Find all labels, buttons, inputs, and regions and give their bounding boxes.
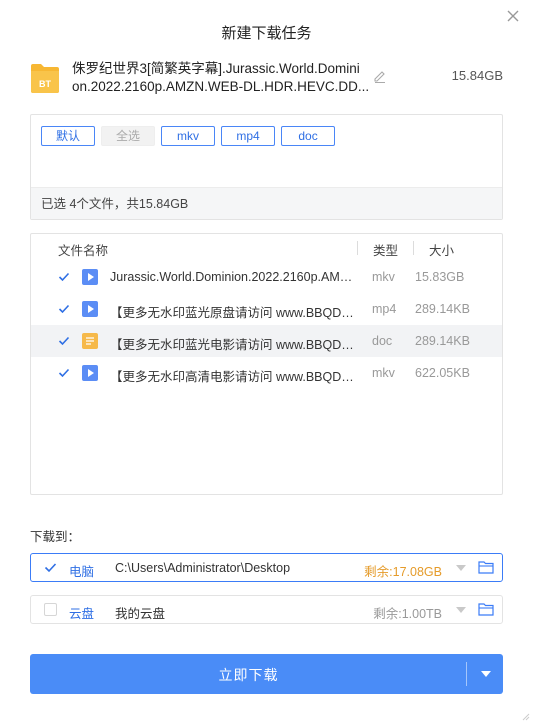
destination-name: 电脑 bbox=[69, 565, 95, 579]
selection-summary: 已选 4个文件，共15.84GB bbox=[31, 187, 502, 219]
download-now-button[interactable]: 立即下载 bbox=[30, 654, 503, 694]
file-row-type: doc bbox=[372, 334, 393, 348]
download-now-label: 立即下载 bbox=[218, 667, 279, 683]
video-icon bbox=[82, 301, 98, 317]
folder-icon[interactable] bbox=[478, 560, 494, 574]
dialog-title: 新建下载任务 bbox=[221, 25, 312, 42]
table-header: 文件名称 类型 大小 bbox=[31, 234, 502, 262]
edit-icon[interactable] bbox=[372, 68, 388, 84]
destination-path: C:\Users\Administrator\Desktop bbox=[115, 561, 291, 575]
checkbox-unchecked-icon[interactable] bbox=[44, 603, 57, 616]
close-button[interactable] bbox=[503, 6, 523, 26]
file-row-name: 【更多无水印蓝光原盘请访问 www.BBQDDQ.com】.mp4 bbox=[110, 306, 356, 320]
filter-tag-mkv[interactable]: mkv bbox=[161, 126, 216, 146]
file-row-name: 【更多无水印蓝光电影请访问 www.BBQDDQ.com】.doc bbox=[110, 338, 356, 352]
file-row-size: 622.05KB bbox=[415, 366, 470, 380]
filter-panel: 默认 全选 mkv mp4 doc 已选 4个文件，共15.84GB bbox=[30, 114, 503, 220]
video-icon bbox=[82, 365, 98, 381]
checkbox-checked-icon[interactable] bbox=[58, 335, 70, 347]
table-row[interactable]: 【更多无水印蓝光原盘请访问 www.BBQDDQ.com】.mp4 mp4 28… bbox=[31, 293, 502, 325]
checkbox-checked-icon[interactable] bbox=[58, 271, 70, 283]
table-row[interactable]: 【更多无水印高清电影请访问 www.BBQDDQ.com】.mkv mkv 62… bbox=[31, 357, 502, 389]
destination-computer[interactable]: 电脑 C:\Users\Administrator\Desktop 剩余:17.… bbox=[30, 553, 503, 582]
svg-text:BT: BT bbox=[39, 79, 51, 89]
resize-grip-icon[interactable] bbox=[522, 713, 530, 721]
chevron-down-icon[interactable] bbox=[456, 607, 466, 613]
button-divider bbox=[466, 662, 467, 686]
file-row-size: 289.14KB bbox=[415, 334, 470, 348]
video-icon bbox=[82, 269, 98, 285]
close-icon bbox=[507, 10, 519, 22]
file-table: 文件名称 类型 大小 Jurassic.World.Dominion.2022.… bbox=[30, 233, 503, 495]
checkbox-checked-icon[interactable] bbox=[58, 367, 70, 379]
destination-path: 我的云盘 bbox=[115, 607, 166, 621]
download-to-label: 下载到： bbox=[30, 530, 81, 544]
header-size[interactable]: 大小 bbox=[429, 240, 454, 259]
file-row-type: mkv bbox=[372, 366, 395, 380]
chevron-down-icon[interactable] bbox=[481, 671, 491, 677]
column-divider[interactable] bbox=[357, 241, 358, 255]
file-name: 侏罗纪世界3[简繁英字幕].Jurassic.World.Domini on.2… bbox=[72, 61, 370, 94]
table-row[interactable]: 【更多无水印蓝光电影请访问 www.BBQDDQ.com】.doc doc 28… bbox=[31, 325, 502, 357]
header-name[interactable]: 文件名称 bbox=[58, 240, 108, 259]
torrent-file-header: BT 侏罗纪世界3[简繁英字幕].Jurassic.World.Domini o… bbox=[30, 60, 503, 96]
document-icon bbox=[82, 333, 98, 349]
filter-tag-select-all[interactable]: 全选 bbox=[101, 126, 156, 146]
destination-remaining: 剩余:1.00TB bbox=[373, 607, 442, 621]
chevron-down-icon[interactable] bbox=[456, 565, 466, 571]
checkbox-checked-icon[interactable] bbox=[58, 303, 70, 315]
folder-icon[interactable] bbox=[478, 602, 494, 616]
file-row-name: Jurassic.World.Dominion.2022.2160p.AMZN.… bbox=[110, 270, 356, 284]
destination-cloud[interactable]: 云盘 我的云盘 剩余:1.00TB bbox=[30, 595, 503, 624]
bt-file-icon: BT bbox=[31, 64, 59, 93]
file-row-type: mp4 bbox=[372, 302, 397, 316]
file-row-type: mkv bbox=[372, 270, 395, 284]
destination-name: 云盘 bbox=[69, 607, 95, 621]
destination-remaining: 剩余:17.08GB bbox=[364, 565, 442, 579]
file-size: 15.84GB bbox=[451, 68, 503, 83]
header-type[interactable]: 类型 bbox=[373, 240, 398, 259]
filter-tag-mp4[interactable]: mp4 bbox=[221, 126, 276, 146]
column-divider[interactable] bbox=[413, 241, 414, 255]
filter-tag-doc[interactable]: doc bbox=[281, 126, 336, 146]
filter-tag-default[interactable]: 默认 bbox=[41, 126, 96, 146]
file-row-size: 289.14KB bbox=[415, 302, 470, 316]
file-row-size: 15.83GB bbox=[415, 270, 465, 284]
checkbox-checked-icon[interactable] bbox=[44, 561, 57, 574]
filter-tags: 默认 全选 mkv mp4 doc bbox=[41, 126, 336, 146]
file-row-name: 【更多无水印高清电影请访问 www.BBQDDQ.com】.mkv bbox=[110, 370, 356, 384]
table-row[interactable]: Jurassic.World.Dominion.2022.2160p.AMZN.… bbox=[31, 261, 502, 293]
